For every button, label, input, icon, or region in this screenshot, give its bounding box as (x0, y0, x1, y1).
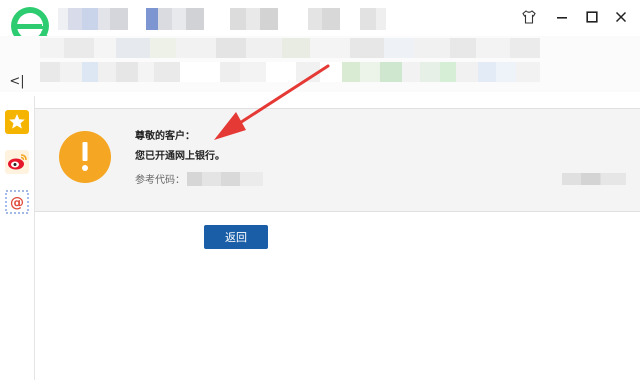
greeting-text: 尊敬的客户： (135, 131, 195, 142)
maximize-button[interactable] (581, 6, 603, 28)
reference-code-value-blurred (187, 171, 263, 186)
reference-code: 参考代码： (135, 171, 263, 186)
reference-code-label: 参考代码： (135, 175, 185, 186)
status-message: 您已开通网上银行。 (135, 151, 225, 162)
notice-panel: 尊敬的客户： 您已开通网上银行。 参考代码： (35, 108, 640, 212)
blurred-toolbar (0, 36, 640, 92)
blurred-detail (562, 173, 626, 185)
page-content: 尊敬的客户： 您已开通网上银行。 参考代码： 返回 (35, 96, 640, 380)
minimize-icon (557, 17, 567, 19)
sidebar-collapse-button[interactable]: <| (6, 70, 28, 92)
left-sidebar: @ (0, 96, 35, 380)
skin-icon (522, 10, 536, 24)
close-icon (615, 11, 627, 23)
skin-button[interactable] (518, 6, 540, 28)
return-button[interactable]: 返回 (204, 225, 268, 249)
maximize-icon (586, 11, 598, 23)
browser-window: <| @ 尊敬的客户： 您已开通网上银行。 参考代码： 返回 (0, 0, 640, 380)
title-bar (0, 0, 640, 45)
email-at-icon: @ (5, 190, 29, 214)
svg-text:@: @ (10, 195, 24, 211)
sidebar-item-favorites[interactable] (5, 110, 29, 134)
sidebar-item-email[interactable]: @ (5, 190, 29, 214)
favorites-star-icon (5, 110, 29, 134)
weibo-icon (5, 150, 29, 174)
sidebar-collapse-icon: <| (9, 73, 25, 89)
blurred-tab-strip (58, 8, 386, 30)
notice-message: 尊敬的客户： 您已开通网上银行。 参考代码： (135, 131, 263, 186)
minimize-button[interactable] (551, 6, 573, 28)
close-button[interactable] (610, 6, 632, 28)
exclamation-icon (59, 131, 111, 183)
sidebar-item-weibo[interactable] (5, 150, 29, 174)
